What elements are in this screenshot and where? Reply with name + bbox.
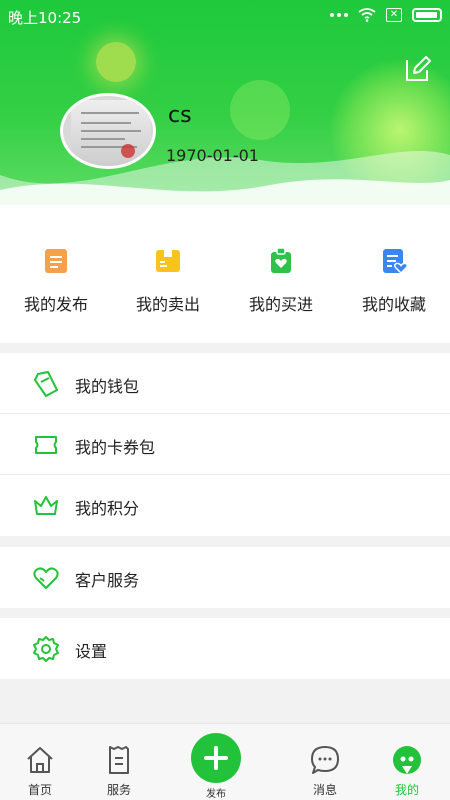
- menu-label: 我的卡券包: [75, 438, 156, 457]
- publish-label: 发布: [206, 789, 226, 800]
- menu-item-customer-service[interactable]: 客户服务: [0, 547, 450, 608]
- status-bar: 晚上10:25 ✕: [0, 0, 450, 32]
- menu-group-service: 客户服务: [0, 547, 450, 608]
- tab-label: 我的: [394, 783, 419, 797]
- tab-home[interactable]: 首页: [5, 724, 75, 800]
- menu-item-points[interactable]: 我的积分: [0, 475, 450, 536]
- profile-header: 晚上10:25 ✕ cs 1970-01-01: [0, 0, 450, 205]
- username: cs: [168, 103, 192, 128]
- quick-my-sold[interactable]: 我的卖出: [112, 205, 224, 343]
- quick-label: 我的买进: [248, 295, 313, 314]
- profile-avatar-icon: [393, 746, 421, 774]
- quick-my-published[interactable]: 我的发布: [0, 205, 112, 343]
- menu-item-wallet[interactable]: 我的钱包: [0, 353, 450, 414]
- edit-profile-icon[interactable]: [402, 54, 432, 84]
- tab-service[interactable]: 服务: [84, 724, 154, 800]
- favorites-doc-icon: [383, 249, 408, 275]
- birthday: 1970-01-01: [166, 146, 259, 165]
- publish-list-icon: [45, 249, 67, 273]
- sold-box-icon: [156, 250, 180, 272]
- quick-label: 我的收藏: [361, 295, 426, 314]
- menu-label: 我的积分: [75, 499, 140, 518]
- tab-label: 首页: [27, 783, 52, 797]
- menu-group-settings: 设置: [0, 618, 450, 679]
- quick-label: 我的发布: [23, 295, 88, 314]
- tab-messages[interactable]: 消息: [290, 724, 360, 800]
- home-icon: [27, 747, 53, 773]
- settings-gear-icon: [33, 636, 59, 662]
- sim-icon: ✕: [386, 8, 402, 22]
- coupon-icon: [35, 436, 57, 454]
- receipt-icon: [109, 746, 129, 774]
- menu-item-coupons[interactable]: 我的卡券包: [0, 414, 450, 475]
- decor-blob: [96, 42, 136, 82]
- quick-my-favorites[interactable]: 我的收藏: [338, 205, 450, 343]
- tab-me[interactable]: 我的: [372, 724, 442, 800]
- menu-group-account: 我的钱包 我的卡券包 我的积分: [0, 353, 450, 536]
- menu-label: 设置: [75, 642, 108, 661]
- wallet-icon: [34, 371, 58, 397]
- avatar[interactable]: [60, 93, 156, 169]
- publish-button[interactable]: [191, 733, 241, 783]
- menu-item-settings[interactable]: 设置: [0, 618, 450, 679]
- wifi-icon: [358, 8, 376, 22]
- more-dots-icon: [330, 13, 348, 17]
- quick-actions: 我的发布 我的卖出 我的买进 我的收藏: [0, 205, 450, 343]
- bought-bag-icon: [271, 247, 291, 273]
- crown-icon: [34, 496, 58, 515]
- menu-label: 客户服务: [75, 571, 140, 590]
- status-time: 晚上10:25: [8, 9, 82, 27]
- decor-blob: [230, 80, 290, 140]
- tab-label: 服务: [106, 783, 131, 797]
- chat-bubble-icon: [311, 746, 339, 774]
- heart-service-icon: [33, 567, 59, 589]
- quick-label: 我的卖出: [135, 295, 200, 314]
- quick-my-bought[interactable]: 我的买进: [225, 205, 337, 343]
- tab-label: 消息: [312, 783, 337, 797]
- battery-icon: [412, 8, 442, 22]
- menu-label: 我的钱包: [75, 377, 140, 396]
